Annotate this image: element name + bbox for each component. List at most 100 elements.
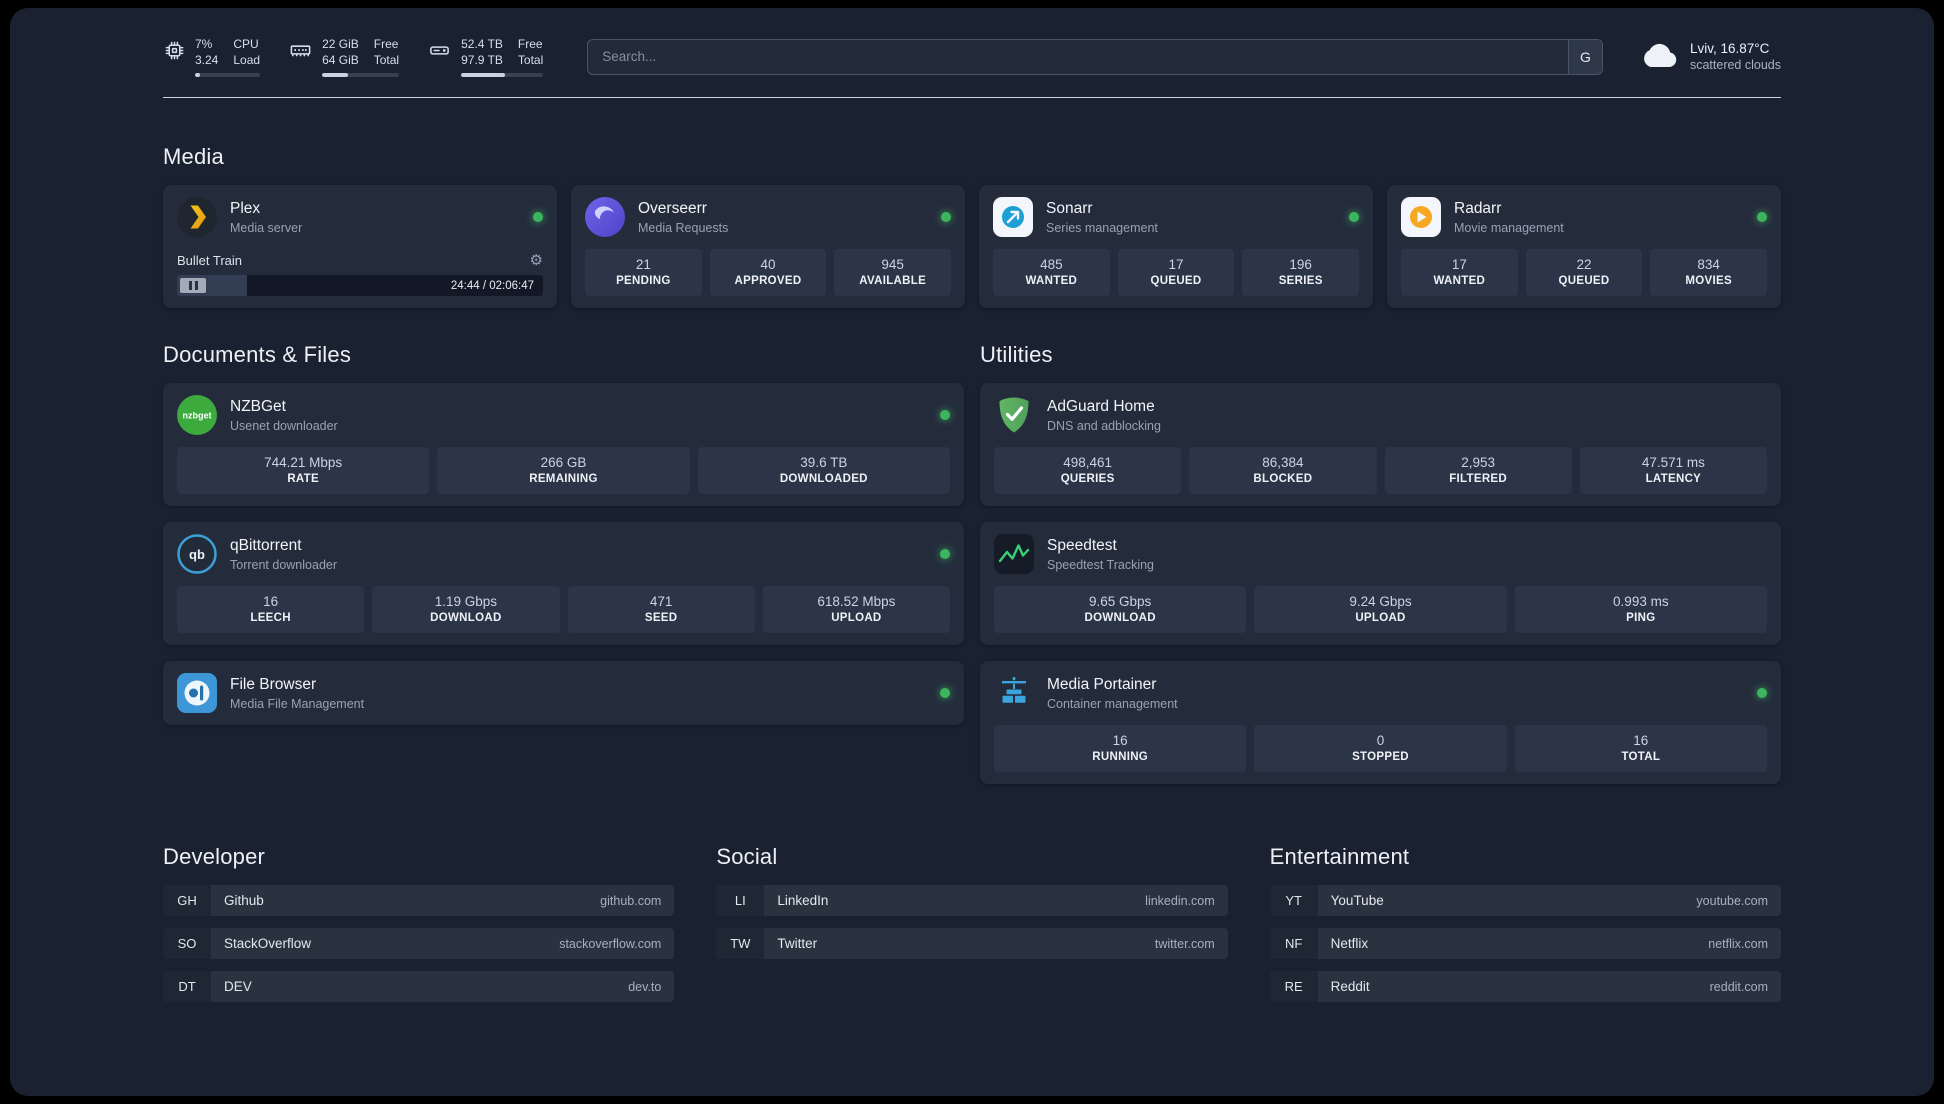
stat-filtered: 2,953 FILTERED	[1384, 447, 1572, 495]
adguard-icon	[994, 395, 1034, 435]
section-utilities: Utilities AdGuard Home DNS and adblockin…	[980, 342, 1781, 785]
stat-ping: 0.993 ms PING	[1514, 586, 1767, 634]
bookmark-name: LinkedIn	[777, 893, 829, 909]
weather-location: Lviv, 16.87°C	[1689, 41, 1770, 57]
app-title: Media Portainer	[1047, 675, 1157, 693]
bookmark-abbr: TW	[716, 928, 765, 960]
stat-approved: 40 APPROVED	[709, 249, 827, 297]
bookmark-twitter[interactable]: TW Twitter twitter.com	[716, 928, 1228, 960]
sonarr-icon	[993, 197, 1033, 238]
stat-running: 16 RUNNING	[994, 725, 1247, 773]
search-input[interactable]	[587, 38, 1603, 75]
card-sonarr[interactable]: Sonarr Series management 485 WANTED 17 Q…	[979, 185, 1373, 309]
card-media-portainer[interactable]: Media Portainer Container management 16 …	[980, 661, 1781, 785]
stat-seed: 471 SEED	[567, 586, 755, 634]
stat-queries: 498,461 QUERIES	[994, 447, 1182, 495]
topbar: 7% 3.24 CPU Load 22 GiB 64 GiB Free Tota…	[163, 8, 1781, 78]
app-subtitle: Media Requests	[638, 220, 729, 235]
bookmark-abbr: YT	[1269, 885, 1318, 917]
bookmark-dev[interactable]: DT DEV dev.to	[163, 971, 675, 1003]
bookmark-url: reddit.com	[1709, 979, 1768, 994]
qbittorrent-icon: qb	[177, 534, 217, 575]
app-title: Speedtest	[1047, 536, 1117, 554]
bookmark-github[interactable]: GH Github github.com	[163, 885, 675, 917]
documents-section-title: Documents & Files	[163, 342, 352, 368]
card-qbittorrent[interactable]: qb qBittorrent Torrent downloader 16 LEE…	[163, 522, 964, 646]
ram-labels: Free Total	[373, 37, 400, 68]
app-subtitle: Container management	[1047, 696, 1178, 711]
card-nzbget[interactable]: nzbget NZBGet Usenet downloader 744.21 M…	[163, 383, 964, 507]
stat-upload: 9.24 Gbps UPLOAD	[1254, 586, 1507, 634]
cpu-progress-bar	[195, 73, 261, 78]
app-title: NZBGet	[230, 397, 286, 415]
bookmark-group-entertainment: Entertainment YT YouTube youtube.com NF …	[1269, 844, 1781, 1014]
search-engine-button[interactable]: G	[1567, 39, 1602, 74]
file-browser-icon	[177, 673, 217, 714]
status-dot	[940, 410, 950, 421]
playback-time: 24:44 / 02:06:47	[450, 279, 534, 292]
stat-rate: 744.21 Mbps RATE	[177, 447, 430, 495]
status-dot	[533, 212, 543, 223]
bookmark-linkedin[interactable]: LI LinkedIn linkedin.com	[716, 885, 1228, 917]
stat-queued: 17 QUEUED	[1117, 249, 1235, 297]
status-dot	[1757, 212, 1767, 223]
card-radarr[interactable]: Radarr Movie management 17 WANTED 22 QUE…	[1387, 185, 1781, 309]
cpu-widget: 7% 3.24 CPU Load	[163, 36, 261, 78]
bookmark-abbr: SO	[163, 928, 211, 960]
app-title: Overseerr	[638, 199, 707, 217]
card-overseerr[interactable]: Overseerr Media Requests 21 PENDING 40 A…	[571, 185, 965, 309]
ram-widget: 22 GiB 64 GiB Free Total	[288, 36, 400, 78]
now-playing-title: Bullet Train	[177, 253, 243, 269]
bookmark-name: Netflix	[1330, 936, 1369, 952]
cpu-icon	[163, 36, 186, 62]
stat-remaining: 266 GB REMAINING	[437, 447, 690, 495]
app-subtitle: DNS and adblocking	[1047, 418, 1161, 433]
status-dot	[940, 688, 950, 699]
bookmark-netflix[interactable]: NF Netflix netflix.com	[1269, 928, 1781, 960]
card-file-browser[interactable]: File Browser Media File Management	[163, 661, 964, 726]
card-speedtest[interactable]: Speedtest Speedtest Tracking 9.65 Gbps D…	[980, 522, 1781, 646]
entertainment-section-title: Entertainment	[1269, 844, 1410, 870]
utilities-section-title: Utilities	[980, 342, 1053, 368]
bookmark-url: linkedin.com	[1145, 893, 1215, 908]
stat-blocked: 86,384 BLOCKED	[1189, 447, 1377, 495]
card-adguard-home[interactable]: AdGuard Home DNS and adblocking 498,461 …	[980, 383, 1781, 507]
card-plex[interactable]: Plex Media server Bullet Train ⚙ 24:44 /…	[163, 185, 557, 309]
bookmark-url: github.com	[600, 893, 662, 908]
stat-download: 9.65 Gbps DOWNLOAD	[994, 586, 1247, 634]
pause-button[interactable]	[180, 278, 206, 294]
bookmark-name: YouTube	[1330, 893, 1384, 909]
app-subtitle: Media File Management	[230, 696, 365, 711]
svg-text:nzbget: nzbget	[183, 411, 212, 421]
bookmark-stackoverflow[interactable]: SO StackOverflow stackoverflow.com	[163, 928, 675, 960]
portainer-icon	[994, 673, 1034, 713]
ram-values: 22 GiB 64 GiB	[322, 37, 359, 68]
playback-progress-bar[interactable]: 24:44 / 02:06:47	[177, 275, 543, 297]
bookmark-name: Github	[224, 893, 264, 909]
disk-progress-bar	[461, 73, 544, 78]
ram-progress-bar	[322, 73, 400, 78]
plex-icon	[177, 197, 217, 238]
bookmark-url: youtube.com	[1696, 893, 1768, 908]
app-title: Plex	[230, 199, 261, 217]
bookmark-name: StackOverflow	[224, 936, 312, 952]
gear-icon[interactable]: ⚙	[530, 253, 543, 268]
cpu-labels: CPU Load	[233, 37, 261, 68]
bookmark-reddit[interactable]: RE Reddit reddit.com	[1269, 971, 1781, 1003]
overseerr-icon	[585, 197, 625, 238]
app-subtitle: Torrent downloader	[230, 557, 338, 572]
topbar-divider	[163, 97, 1781, 99]
weather-widget: Lviv, 16.87°C scattered clouds	[1641, 41, 1781, 73]
speedtest-icon	[994, 534, 1034, 575]
app-title: File Browser	[230, 675, 317, 693]
stat-wanted: 17 WANTED	[1401, 249, 1518, 297]
cloud-icon	[1641, 41, 1679, 73]
media-section-title: Media	[163, 144, 224, 170]
social-section-title: Social	[716, 844, 778, 870]
stat-leech: 16 LEECH	[177, 586, 365, 634]
cpu-values: 7% 3.24	[195, 37, 219, 68]
stat-download: 1.19 Gbps DOWNLOAD	[372, 586, 560, 634]
bookmark-youtube[interactable]: YT YouTube youtube.com	[1269, 885, 1781, 917]
app-title: Radarr	[1454, 199, 1502, 217]
bookmark-name: Reddit	[1330, 979, 1370, 995]
